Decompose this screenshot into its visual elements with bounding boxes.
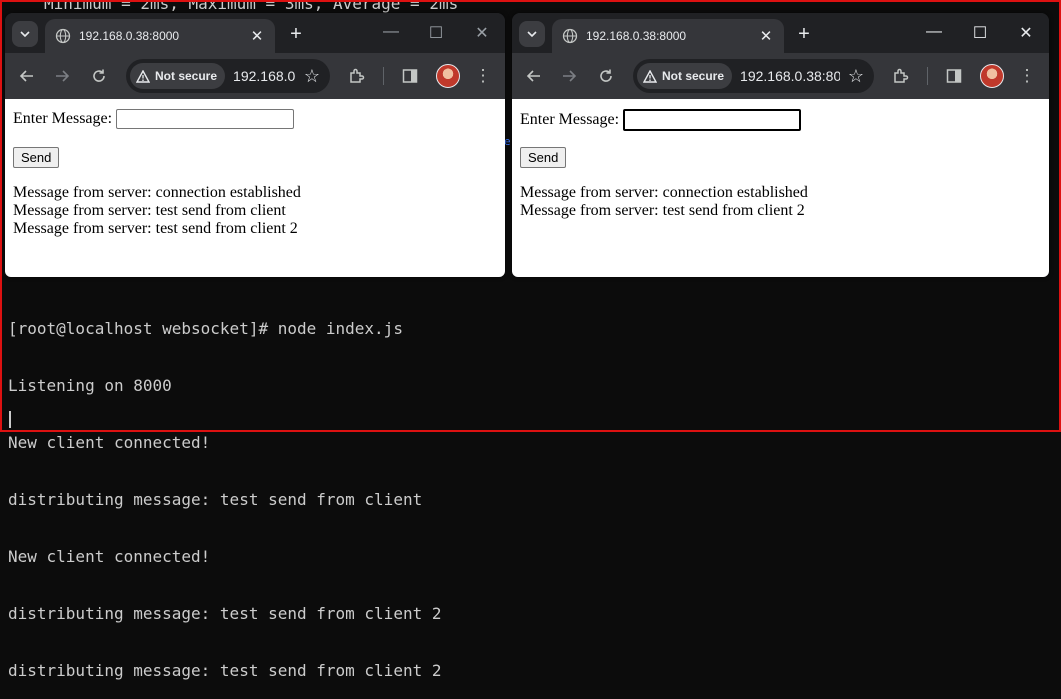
new-tab-icon[interactable]: + — [284, 23, 308, 46]
tab-title: 192.168.0.38:8000 — [586, 29, 687, 43]
back-arrow-icon[interactable] — [17, 66, 37, 86]
new-tab-icon[interactable]: + — [792, 23, 816, 46]
terminal-line: distributing message: test send from cli… — [8, 490, 423, 509]
security-label: Not secure — [155, 69, 218, 83]
address-bar[interactable]: Not secure 192.168.0.38:8000 ☆ — [126, 59, 330, 93]
globe-icon — [55, 28, 71, 44]
browser-window-2: 192.168.0.38:8000 ✕ + — ☐ ✕ Not secure 1… — [512, 13, 1049, 277]
terminal-ping-summary: Minimum = 2ms, Maximum = 3ms, Average = … — [44, 0, 459, 13]
security-chip[interactable]: Not secure — [130, 63, 226, 89]
send-button[interactable]: Send — [520, 147, 567, 168]
tab-strip: 192.168.0.38:8000 ✕ + — ☐ ✕ — [512, 13, 1049, 53]
close-window-icon[interactable]: ✕ — [470, 23, 494, 43]
browser-window-1: 192.168.0.38:8000 ✕ + — ☐ ✕ Not secure 1… — [5, 13, 505, 277]
message-label: Enter Message: — [520, 111, 620, 128]
log-entry: Message from server: test send from clie… — [13, 220, 298, 237]
address-bar[interactable]: Not secure 192.168.0.38:8000 ☆ — [633, 59, 874, 93]
back-arrow-icon[interactable] — [524, 66, 544, 86]
tab-active[interactable]: 192.168.0.38:8000 ✕ — [552, 19, 784, 53]
message-row: Enter Message: — [520, 109, 802, 131]
terminal-line: New client connected! — [8, 547, 211, 566]
toolbar-divider — [383, 67, 384, 85]
message-log: Message from server: connection establis… — [13, 184, 301, 238]
avatar[interactable] — [980, 64, 1004, 88]
tab-active[interactable]: 192.168.0.38:8000 ✕ — [45, 19, 275, 53]
toolbar-divider — [927, 67, 928, 85]
message-input[interactable] — [116, 109, 295, 129]
maximize-icon[interactable]: ☐ — [968, 23, 992, 43]
send-button[interactable]: Send — [13, 147, 60, 168]
kebab-menu-icon[interactable]: ⋮ — [1017, 66, 1037, 86]
url-text: 192.168.0.38:8000 — [233, 68, 296, 84]
forward-arrow-icon[interactable] — [52, 66, 72, 86]
chevron-down-icon[interactable] — [519, 21, 545, 47]
side-panel-icon[interactable] — [944, 66, 964, 86]
close-icon[interactable]: ✕ — [247, 27, 267, 45]
minimize-icon[interactable]: — — [922, 23, 946, 41]
message-input[interactable] — [623, 109, 802, 131]
bookmark-star-icon[interactable]: ☆ — [304, 66, 320, 87]
tab-strip: 192.168.0.38:8000 ✕ + — ☐ ✕ — [5, 13, 505, 53]
message-label: Enter Message: — [13, 110, 113, 127]
kebab-menu-icon[interactable]: ⋮ — [473, 66, 493, 86]
terminal-cursor — [9, 411, 11, 428]
maximize-icon[interactable]: ☐ — [424, 23, 448, 43]
puzzle-icon[interactable] — [347, 66, 367, 86]
toolbar: Not secure 192.168.0.38:8000 ☆ ⋮ — [5, 53, 505, 99]
security-chip[interactable]: Not secure — [637, 63, 733, 89]
terminal-line: [root@localhost websocket]# node index.j… — [8, 319, 403, 338]
terminal-output[interactable]: [root@localhost websocket]# node index.j… — [8, 281, 441, 699]
security-label: Not secure — [662, 69, 725, 83]
close-icon[interactable]: ✕ — [756, 27, 776, 45]
log-entry: Message from server: connection establis… — [13, 184, 301, 201]
terminal-line: Listening on 8000 — [8, 376, 172, 395]
avatar[interactable] — [436, 64, 460, 88]
puzzle-icon[interactable] — [891, 66, 911, 86]
toolbar: Not secure 192.168.0.38:8000 ☆ ⋮ — [512, 53, 1049, 99]
page-content: Enter Message: Send Message from server:… — [512, 99, 1049, 277]
page-content: Enter Message: Send Message from server:… — [5, 99, 505, 277]
chevron-down-icon[interactable] — [12, 21, 38, 47]
close-window-icon[interactable]: ✕ — [1014, 23, 1038, 43]
globe-icon — [562, 28, 578, 44]
url-text: 192.168.0.38:8000 — [740, 68, 841, 84]
message-row: Enter Message: — [13, 109, 295, 129]
terminal-line: New client connected! — [8, 433, 211, 452]
log-entry: Message from server: test send from clie… — [13, 202, 286, 219]
warning-icon — [136, 69, 150, 83]
side-panel-icon[interactable] — [400, 66, 420, 86]
minimize-icon[interactable]: — — [379, 23, 403, 41]
forward-arrow-icon[interactable] — [559, 66, 579, 86]
warning-icon — [643, 69, 657, 83]
reload-icon[interactable] — [89, 66, 109, 86]
reload-icon[interactable] — [596, 66, 616, 86]
terminal-line: distributing message: test send from cli… — [8, 604, 442, 623]
bookmark-star-icon[interactable]: ☆ — [848, 66, 864, 87]
tab-title: 192.168.0.38:8000 — [79, 29, 180, 43]
log-entry: Message from server: test send from clie… — [520, 202, 805, 219]
log-entry: Message from server: connection establis… — [520, 184, 808, 201]
message-log: Message from server: connection establis… — [520, 184, 808, 220]
terminal-line: distributing message: test send from cli… — [8, 661, 442, 680]
